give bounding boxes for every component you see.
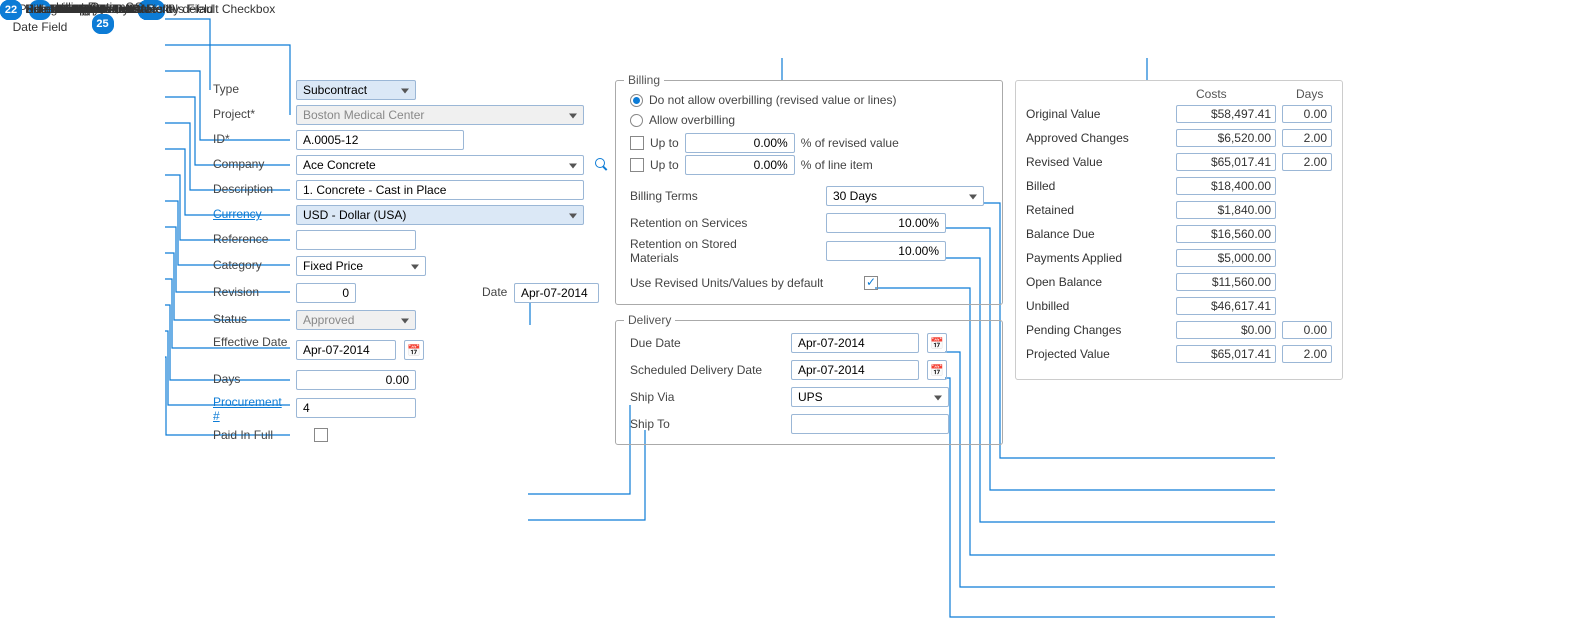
recap-row-label: Retained <box>1026 203 1074 217</box>
delivery-legend: Delivery <box>624 313 675 327</box>
recap-row-label: Pending Changes <box>1026 323 1121 337</box>
recap-cost-value: $46,617.41 <box>1176 297 1276 315</box>
reference-input[interactable] <box>296 230 416 250</box>
project-label: Project* <box>213 107 255 121</box>
project-select[interactable]: Boston Medical Center <box>296 105 584 125</box>
category-label: Category <box>213 258 262 272</box>
upto-line-input[interactable] <box>685 155 795 175</box>
calendar-icon[interactable]: 📅 <box>404 340 424 360</box>
description-label: Description <box>213 182 273 196</box>
recap-cost-value: $6,520.00 <box>1176 129 1276 147</box>
id-label: ID* <box>213 132 230 146</box>
revision-input[interactable] <box>296 283 356 303</box>
recap-cost-value: $0.00 <box>1176 321 1276 339</box>
effective-date-input[interactable] <box>296 340 396 360</box>
reference-label: Reference <box>213 232 268 246</box>
procurement-link[interactable]: Procurement # <box>213 395 291 423</box>
use-revised-checkbox[interactable] <box>864 276 878 290</box>
recap-cost-value: $18,400.00 <box>1176 177 1276 195</box>
ship-to-input[interactable] <box>791 414 949 434</box>
recap-days-value: 2.00 <box>1282 345 1332 363</box>
retention-services-input[interactable] <box>826 213 946 233</box>
calendar-icon[interactable]: 📅 <box>927 333 947 353</box>
date-input[interactable] <box>514 283 599 303</box>
status-label: Status <box>213 312 247 326</box>
due-date-label: Due Date <box>630 336 681 350</box>
recap-cost-value: $1,840.00 <box>1176 201 1276 219</box>
recap-row-label: Projected Value <box>1026 347 1110 361</box>
recap-days-value: 0.00 <box>1282 105 1332 123</box>
currency-select[interactable]: USD - Dollar (USA) <box>296 205 584 225</box>
use-revised-label: Use Revised Units/Values by default <box>630 276 823 290</box>
recap-days-header: Days <box>1296 87 1323 101</box>
retention-materials-input[interactable] <box>826 241 946 261</box>
paid-in-full-checkbox[interactable] <box>314 428 328 442</box>
no-overbilling-option[interactable]: Do not allow overbilling (revised value … <box>630 93 896 107</box>
upto-revised-input[interactable] <box>685 133 795 153</box>
due-date-input[interactable] <box>791 333 919 353</box>
date-label: Date <box>482 285 507 299</box>
days-input[interactable] <box>296 370 416 390</box>
retention-materials-label: Retention on Stored Materials <box>630 237 780 265</box>
calendar-icon[interactable]: 📅 <box>927 360 947 380</box>
billing-section: Billing Do not allow overbilling (revise… <box>615 80 1003 305</box>
type-select[interactable]: Subcontract <box>296 80 416 100</box>
recap-cost-value: $58,497.41 <box>1176 105 1276 123</box>
recap-row-label: Open Balance <box>1026 275 1102 289</box>
ship-via-select[interactable]: UPS <box>791 387 949 407</box>
upto-line-checkbox[interactable] <box>630 158 644 172</box>
billing-terms-select[interactable]: 30 Days <box>826 186 984 206</box>
effective-date-label: Effective Date <box>213 335 287 349</box>
procurement-input[interactable] <box>296 398 416 418</box>
recap-costs-header: Costs <box>1196 87 1227 101</box>
recap-row-label: Billed <box>1026 179 1055 193</box>
billing-legend: Billing <box>624 73 664 87</box>
recap-row-label: Payments Applied <box>1026 251 1122 265</box>
search-icon[interactable] <box>594 157 610 173</box>
recap-cost-value: $16,560.00 <box>1176 225 1276 243</box>
recap-days-value: 0.00 <box>1282 321 1332 339</box>
ship-to-label: Ship To <box>630 417 670 431</box>
recap-days-value: 2.00 <box>1282 129 1332 147</box>
recap-cost-value: $65,017.41 <box>1176 345 1276 363</box>
callout-22: 22 Scheduled Delivery Date <box>0 0 157 20</box>
recap-row-label: Unbilled <box>1026 299 1069 313</box>
recap-cost-value: $11,560.00 <box>1176 273 1276 291</box>
type-label: Type <box>213 82 239 96</box>
id-input[interactable] <box>296 130 464 150</box>
scheduled-date-label: Scheduled Delivery Date <box>630 363 762 377</box>
status-select[interactable]: Approved <box>296 310 416 330</box>
revision-label: Revision <box>213 285 259 299</box>
recap-cost-value: $5,000.00 <box>1176 249 1276 267</box>
paid-in-full-label: Paid In Full <box>213 428 273 442</box>
description-input[interactable] <box>296 180 584 200</box>
billing-terms-label: Billing Terms <box>630 189 698 203</box>
recap-row-label: Revised Value <box>1026 155 1103 169</box>
retention-services-label: Retention on Services <box>630 216 747 230</box>
ship-via-label: Ship Via <box>630 390 674 404</box>
company-select[interactable]: Ace Concrete <box>296 155 584 175</box>
recap-row-label: Approved Changes <box>1026 131 1129 145</box>
category-select[interactable]: Fixed Price <box>296 256 426 276</box>
recap-row-label: Original Value <box>1026 107 1100 121</box>
recap-days-value: 2.00 <box>1282 153 1332 171</box>
company-label: Company <box>213 157 264 171</box>
recap-cost-value: $65,017.41 <box>1176 153 1276 171</box>
scheduled-date-input[interactable] <box>791 360 919 380</box>
recap-row-label: Balance Due <box>1026 227 1095 241</box>
allow-overbilling-option[interactable]: Allow overbilling <box>630 113 735 127</box>
delivery-section: Delivery Due Date 📅 Scheduled Delivery D… <box>615 320 1003 445</box>
days-label: Days <box>213 372 240 386</box>
contract-recap-section: Costs Days Original Value $58,497.41 0.00 A… <box>1015 80 1343 380</box>
upto-revised-checkbox[interactable] <box>630 136 644 150</box>
currency-link[interactable]: Currency <box>213 207 262 221</box>
